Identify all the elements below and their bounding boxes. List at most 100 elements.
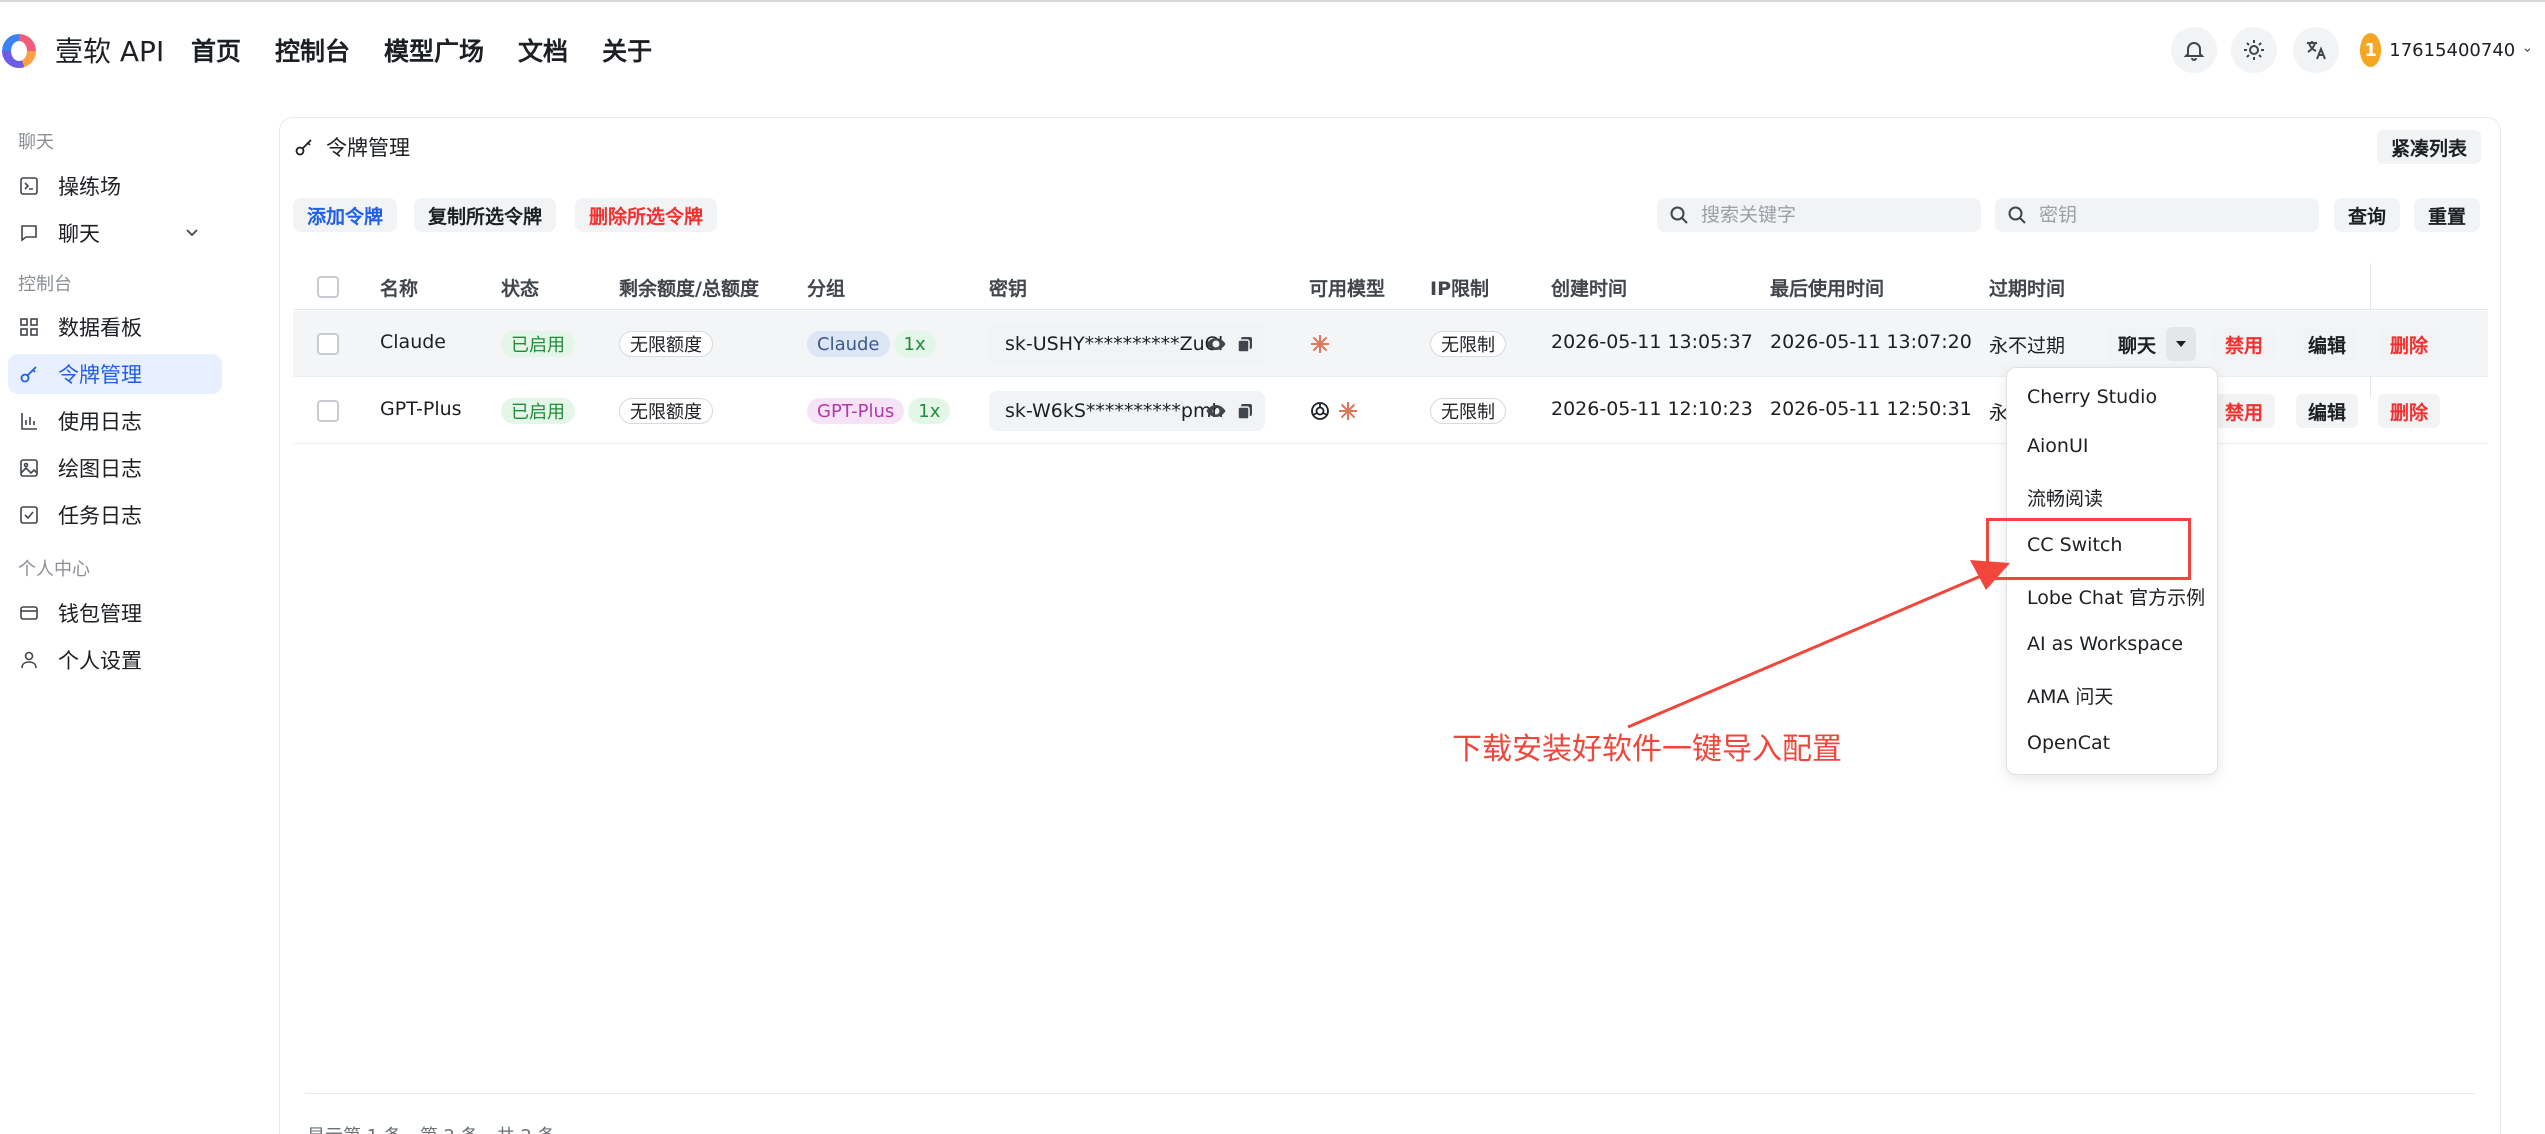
edit-button[interactable]: 编辑	[2296, 327, 2359, 361]
bell-icon	[2183, 42, 2205, 61]
sidebar-item-label: 使用日志	[58, 410, 142, 434]
sun-icon	[2244, 40, 2264, 60]
nav-about[interactable]: 关于	[602, 32, 652, 68]
compact-list-button[interactable]: 紧凑列表	[2377, 130, 2482, 164]
created-time: 2026-05-11 12:10:23	[1551, 398, 1753, 420]
nav-home[interactable]: 首页	[191, 32, 241, 68]
select-all-checkbox[interactable]	[317, 276, 339, 298]
bar-chart-icon	[18, 410, 40, 432]
eye-icon[interactable]	[1205, 401, 1227, 421]
col-models: 可用模型	[1309, 278, 1386, 300]
search-icon	[2008, 206, 2026, 224]
menu-item-ai-as-workspace[interactable]: AI as Workspace	[2027, 633, 2183, 655]
chevron-down-icon[interactable]	[182, 222, 202, 242]
chat-dropdown-button[interactable]	[2166, 327, 2196, 361]
copy-selected-button[interactable]: 复制所选令牌	[414, 198, 557, 232]
created-time: 2026-05-11 13:05:37	[1551, 331, 1753, 353]
sidebar-item-label: 聊天	[58, 222, 100, 246]
col-status: 状态	[501, 278, 540, 300]
menu-item-aionui[interactable]: AionUI	[2027, 435, 2088, 457]
group-badge: GPT-Plus	[807, 398, 905, 424]
sidebar-section-chat: 聊天	[18, 132, 54, 153]
row-checkbox[interactable]	[317, 333, 339, 355]
sidebar-item-usage-log[interactable]: 使用日志	[8, 401, 222, 441]
table-bottom-divider	[305, 1093, 2475, 1094]
edit-button[interactable]: 编辑	[2296, 394, 2359, 428]
sidebar-item-chat[interactable]: 聊天	[8, 213, 222, 253]
col-ip: IP限制	[1430, 278, 1489, 300]
last-used-time: 2026-05-11 12:50:31	[1770, 398, 1972, 420]
status-badge: 已启用	[501, 331, 575, 357]
sidebar-item-dashboard[interactable]: 数据看板	[8, 307, 222, 347]
key-search[interactable]	[1995, 198, 2319, 232]
table-header: 名称 状态 剩余额度/总额度 分组 密钥 可用模型 IP限制 创建时间 最后使用…	[293, 263, 2488, 310]
query-button[interactable]: 查询	[2334, 198, 2401, 232]
terminal-icon	[18, 175, 40, 197]
disable-button[interactable]: 禁用	[2213, 327, 2276, 361]
brand-logo[interactable]	[2, 34, 36, 68]
language-button[interactable]	[2293, 27, 2339, 73]
col-key: 密钥	[989, 278, 1028, 300]
menu-item-cherry-studio[interactable]: Cherry Studio	[2027, 386, 2157, 408]
row-checkbox[interactable]	[317, 400, 339, 422]
menu-item-opencat[interactable]: OpenCat	[2027, 732, 2110, 754]
copy-icon[interactable]	[1235, 401, 1255, 421]
theme-toggle-button[interactable]	[2231, 27, 2277, 73]
key-search-input[interactable]	[2039, 204, 2289, 226]
dashboard-icon	[18, 316, 40, 338]
nav-console[interactable]: 控制台	[275, 32, 350, 68]
nav-docs[interactable]: 文档	[518, 32, 568, 68]
col-expires: 过期时间	[1989, 278, 2066, 300]
menu-item-lobe-chat[interactable]: Lobe Chat 官方示例	[2027, 583, 2205, 610]
sidebar-item-drawing-log[interactable]: 绘图日志	[8, 448, 222, 488]
add-token-button[interactable]: 添加令牌	[293, 198, 398, 232]
caret-down-icon	[2176, 341, 2186, 347]
keyword-search[interactable]	[1657, 198, 1981, 232]
sidebar: 聊天 操练场 聊天 控制台 数据看板 令牌管理 使用日志 绘图日志 任务日志 个…	[0, 96, 280, 1134]
keyword-search-input[interactable]	[1701, 204, 1951, 226]
nav-model-square[interactable]: 模型广场	[384, 32, 484, 68]
page-title: 令牌管理	[294, 132, 410, 162]
delete-button[interactable]: 删除	[2378, 327, 2441, 361]
page-title-text: 令牌管理	[326, 136, 410, 160]
delete-selected-button[interactable]: 删除所选令牌	[575, 198, 718, 232]
delete-button[interactable]: 删除	[2378, 394, 2441, 428]
claude-icon	[1339, 402, 1358, 420]
token-key-text: sk-USHY**********ZuCl	[1005, 333, 1224, 355]
chat-button[interactable]: 聊天	[2106, 327, 2169, 361]
ip-badge: 无限制	[1430, 331, 1506, 357]
sidebar-item-playground[interactable]: 操练场	[8, 166, 222, 206]
user-menu[interactable]: 1 17615400740	[2360, 30, 2532, 70]
token-key: sk-W6kS**********pmh	[989, 391, 1265, 431]
col-quota: 剩余额度/总额度	[619, 278, 759, 300]
sidebar-item-label: 钱包管理	[58, 602, 142, 626]
group-badge: Claude	[807, 331, 890, 357]
eye-icon[interactable]	[1205, 334, 1227, 354]
sidebar-item-tokens[interactable]: 令牌管理	[8, 354, 222, 394]
sidebar-item-wallet[interactable]: 钱包管理	[8, 593, 222, 633]
quota-badge: 无限额度	[619, 398, 713, 424]
disable-button[interactable]: 禁用	[2213, 394, 2276, 428]
brand-name[interactable]: 壹软 API	[55, 30, 164, 70]
reset-button[interactable]: 重置	[2414, 198, 2481, 232]
ip-badge: 无限制	[1430, 398, 1506, 424]
menu-item-fluent-read[interactable]: 流畅阅读	[2027, 484, 2103, 511]
image-icon	[18, 457, 40, 479]
sidebar-item-settings[interactable]: 个人设置	[8, 640, 222, 680]
user-phone: 17615400740	[2389, 39, 2516, 61]
quota-badge: 无限额度	[619, 331, 713, 357]
col-group: 分组	[807, 278, 846, 300]
search-icon	[1670, 206, 1688, 224]
translate-icon	[2307, 41, 2326, 60]
notification-button[interactable]	[2171, 27, 2217, 73]
sidebar-item-label: 数据看板	[58, 316, 142, 340]
col-created: 创建时间	[1551, 278, 1628, 300]
ratio-badge: 1x	[893, 331, 936, 357]
model-icons	[1309, 400, 1359, 427]
col-last-used: 最后使用时间	[1770, 278, 1885, 300]
copy-icon[interactable]	[1235, 334, 1255, 354]
claude-icon	[1311, 335, 1329, 353]
menu-item-ama[interactable]: AMA 问天	[2027, 682, 2113, 709]
sidebar-item-task-log[interactable]: 任务日志	[8, 495, 222, 535]
col-name: 名称	[380, 278, 419, 300]
